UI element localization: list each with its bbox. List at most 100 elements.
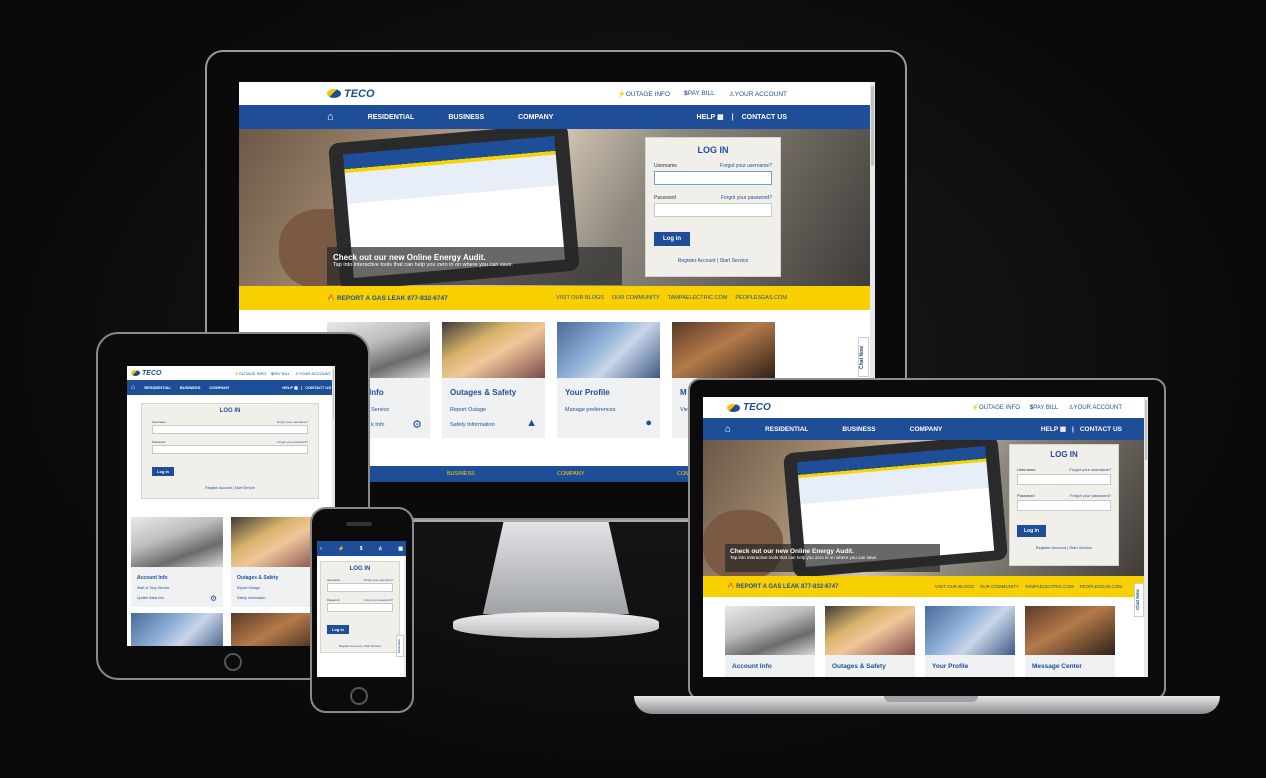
teco-logo[interactable]: TECO — [131, 370, 161, 377]
home-icon[interactable]: ⌂ — [327, 111, 334, 123]
lightning-icon[interactable]: ⚡ — [338, 546, 344, 552]
hero-banner: Check out our new Online Energy Audit. T… — [239, 129, 875, 286]
hero-banner: Check out our new Online Energy Audit. T… — [703, 440, 1148, 576]
nav-help[interactable]: HELP ▦ — [1041, 425, 1066, 433]
nav-business[interactable]: BUSINESS — [842, 426, 875, 433]
hero-headline: Check out our new Online Energy Audit. — [333, 253, 486, 262]
password-input[interactable] — [1017, 500, 1111, 511]
outage-info-link[interactable]: ⚡OUTAGE INFO — [618, 90, 670, 98]
your-account-link[interactable]: ♙YOUR ACCOUNT — [1068, 404, 1122, 411]
register-link[interactable]: Register Account — [678, 258, 716, 264]
forgot-password-link[interactable]: Forgot your password? — [721, 195, 772, 201]
gear-icon: ⚙ — [209, 594, 217, 603]
username-input[interactable] — [152, 425, 308, 434]
start-service-link[interactable]: Start Service — [720, 258, 749, 264]
nav-divider: | — [1072, 425, 1074, 433]
dollar-icon[interactable]: $ — [360, 546, 363, 552]
nav-business[interactable]: BUSINESS — [448, 114, 484, 121]
scrollbar[interactable] — [1144, 397, 1148, 677]
tile-account-info[interactable]: Account Info Start or Stop Service Updat… — [131, 517, 223, 607]
teco-logo[interactable]: TECO — [727, 402, 771, 413]
login-button[interactable]: Log in — [152, 467, 174, 476]
pay-bill-link[interactable]: $PAY BILL — [684, 90, 715, 97]
pay-bill-link[interactable]: $PAY BILL — [1030, 405, 1058, 411]
ipad-home-button — [224, 653, 242, 671]
ipad-site: TECO ⚡OUTAGE INFO $PAY BILL ♙YOUR ACCOUN… — [127, 366, 335, 646]
home-icon[interactable]: ⌂ — [131, 384, 135, 391]
chat-now-button[interactable]: Chat Now — [1134, 583, 1144, 617]
flame-icon: 🔥 — [727, 584, 735, 590]
password-label: Password — [654, 195, 676, 201]
gear-icon: ⚙ — [412, 419, 422, 431]
imac-foot — [453, 612, 659, 638]
laptop-site: TECO ⚡OUTAGE INFO $PAY BILL ♙YOUR ACCOUN… — [703, 397, 1148, 677]
login-button[interactable]: Log in — [1017, 525, 1046, 537]
home-icon[interactable]: ⌂ — [725, 424, 731, 435]
your-account-link[interactable]: ♙YOUR ACCOUNT — [729, 90, 787, 98]
username-input[interactable] — [1017, 474, 1111, 485]
tile-outages-safety[interactable]: Outages & Safety Report Outage Safety In… — [442, 322, 545, 438]
community-link[interactable]: OUR COMMUNITY — [612, 295, 660, 301]
nav-contact[interactable]: CONTACT US — [1080, 426, 1122, 433]
person-icon: ● — [645, 417, 652, 429]
login-button[interactable]: Log in — [654, 232, 690, 246]
logo-swoosh-icon — [727, 403, 740, 412]
password-input[interactable] — [327, 603, 393, 612]
login-panel: LOG IN Username Forgot your username? Pas… — [645, 137, 781, 277]
flame-icon: 🔥 — [327, 295, 336, 302]
chat-now-button[interactable]: Chat Now — [858, 337, 869, 377]
grid-icon: ▦ — [717, 114, 724, 121]
tile-account-info[interactable]: Account Info — [725, 606, 815, 677]
logo-swoosh-icon — [131, 370, 140, 376]
grid-icon[interactable]: ▦ — [398, 546, 403, 552]
gas-leak-bar: 🔥 REPORT A GAS LEAK 877-832-6747 VISIT O… — [703, 576, 1148, 597]
forgot-username-link[interactable]: Forgot your username? — [720, 163, 772, 169]
user-icon[interactable]: ♙ — [378, 546, 382, 552]
peoplesgas-link[interactable]: PEOPLESGAS.COM — [735, 295, 787, 301]
nav-company[interactable]: COMPANY — [518, 114, 553, 121]
tile-your-profile[interactable]: Your Profile — [925, 606, 1015, 677]
device-showcase: TECO ⚡OUTAGE INFO $PAY BILL ♙YOUR ACCOUN… — [0, 0, 1266, 778]
teco-logo[interactable]: TECO — [327, 88, 375, 100]
login-button[interactable]: Log in — [327, 625, 349, 634]
login-panel: LOG IN Username Forgot your username? Pas… — [320, 561, 400, 653]
nav-company[interactable]: COMPANY — [910, 426, 943, 433]
tampaelectric-link[interactable]: TAMPAELECTRIC.COM — [668, 295, 728, 301]
nav-residential[interactable]: RESIDENTIAL — [765, 426, 808, 433]
grid-icon: ▦ — [1059, 426, 1067, 433]
blogs-link[interactable]: VISIT OUR BLOGS — [556, 295, 604, 301]
scrollbar[interactable] — [404, 556, 406, 677]
login-title: LOG IN — [697, 145, 729, 155]
lightning-icon: ⚡ — [971, 405, 979, 411]
outage-info-link[interactable]: ⚡OUTAGE INFO — [972, 404, 1020, 411]
hero-caption: Check out our new Online Energy Audit. T… — [327, 247, 622, 285]
imac-stand — [483, 522, 629, 614]
phone-home-button — [350, 687, 368, 705]
phone-site: ≡ ⚡ $ ♙ ▦ LOG IN Username Forgot your use… — [317, 541, 406, 677]
menu-icon[interactable]: ≡ — [320, 546, 322, 551]
login-panel: LOG IN Username Forgot your username? Pas… — [141, 403, 319, 499]
laptop-notch — [884, 696, 978, 702]
username-input[interactable] — [654, 171, 772, 185]
login-panel: LOG IN Username Forgot your username? Pas… — [1009, 444, 1119, 566]
phone-speaker — [346, 522, 372, 526]
lightning-icon: ⚡ — [617, 90, 626, 98]
gas-leak-report[interactable]: 🔥 REPORT A GAS LEAK 877-832-6747 — [327, 294, 448, 302]
tile-your-profile[interactable] — [131, 613, 223, 646]
nav-residential[interactable]: RESIDENTIAL — [368, 114, 415, 121]
warning-icon: ▲ — [526, 417, 537, 429]
hero-subline: Tap into interactive tools that can help… — [333, 262, 514, 268]
hero-caption: Check out our new Online Energy Audit. T… — [725, 544, 940, 572]
tile-your-profile[interactable]: Your Profile Manage preferences ● — [557, 322, 660, 438]
gas-leak-bar: 🔥 REPORT A GAS LEAK 877-832-6747 VISIT O… — [239, 286, 875, 310]
password-input[interactable] — [654, 203, 772, 217]
password-input[interactable] — [152, 445, 308, 454]
username-input[interactable] — [327, 583, 393, 592]
logo-swoosh-icon — [327, 89, 341, 98]
nav-help[interactable]: HELP ▦ — [697, 113, 724, 121]
nav-contact[interactable]: CONTACT US — [742, 114, 787, 121]
tile-message-center[interactable]: Message Center — [1025, 606, 1115, 677]
grid-icon: ▦ — [294, 385, 298, 390]
tile-outages-safety[interactable]: Outages & Safety — [825, 606, 915, 677]
chat-now-button[interactable]: Chat Now — [396, 635, 404, 657]
